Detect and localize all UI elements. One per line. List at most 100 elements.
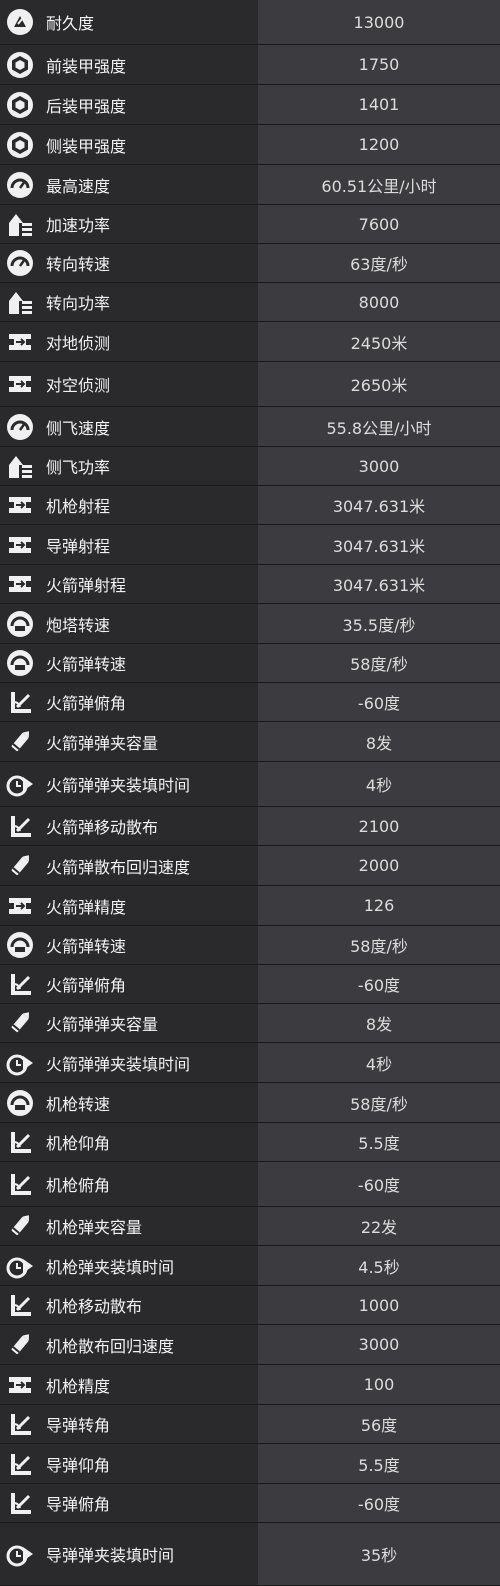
stat-row: 转向转速 63度/秒 [0, 244, 500, 283]
stat-row: 前装甲强度 1750 [0, 45, 500, 85]
stat-value: 1401 [258, 85, 500, 125]
range-icon [0, 322, 40, 361]
stat-label: 火箭弹弹夹容量 [46, 733, 159, 753]
stat-value: 2450米 [258, 322, 500, 362]
stat-label: 侧装甲强度 [46, 136, 127, 156]
stat-row: 机枪弹夹装填时间 4.5秒 [0, 1246, 500, 1286]
stat-value: 1200 [258, 125, 500, 165]
stat-value: -60度 [258, 1484, 500, 1523]
stat-label: 火箭弹散布回归速度 [46, 857, 191, 877]
stat-value: 35秒 [258, 1523, 500, 1586]
turret-icon [0, 644, 40, 682]
stat-row: 机枪转速 58度/秒 [0, 1083, 500, 1123]
speedometer-icon [0, 244, 40, 282]
ammo-icon [0, 846, 40, 885]
stat-value: 2100 [258, 807, 500, 846]
armor-icon [0, 45, 40, 84]
stat-row: 侧飞速度 55.8公里/小时 [0, 407, 500, 447]
stat-name-cell: 机枪散布回归速度 [0, 1325, 258, 1365]
stat-label: 火箭弹俯角 [46, 694, 127, 713]
stat-value: 58度/秒 [258, 1083, 500, 1123]
stat-name-cell: 导弹仰角 [0, 1444, 258, 1484]
stat-value: 3047.631米 [258, 525, 500, 565]
stat-name-cell: 对地侦测 [0, 322, 258, 362]
stat-name-cell: 火箭弹弹夹装填时间 [0, 762, 258, 807]
stat-name-cell: 导弹弹夹装填时间 [0, 1523, 258, 1586]
stat-value: 8000 [258, 283, 500, 322]
stat-value: -60度 [258, 1162, 500, 1207]
stat-label: 最高速度 [46, 176, 111, 196]
range-icon [0, 486, 40, 524]
stat-row: 侧装甲强度 1200 [0, 125, 500, 165]
stat-row: 加速功率 7600 [0, 205, 500, 244]
stat-label: 导弹射程 [46, 536, 111, 556]
stat-name-cell: 火箭弹俯角 [0, 683, 258, 722]
ammo-icon [0, 1004, 40, 1042]
stat-row: 火箭弹俯角 -60度 [0, 965, 500, 1004]
stat-value: 7600 [258, 205, 500, 244]
power-icon [0, 205, 40, 243]
stat-label: 炮塔转速 [46, 615, 111, 635]
speedometer-icon [0, 407, 40, 446]
stat-label: 机枪仰角 [46, 1134, 111, 1153]
stat-row: 侧飞功率 3000 [0, 447, 500, 486]
stat-label: 火箭弹俯角 [46, 976, 127, 995]
stat-name-cell: 转向功率 [0, 283, 258, 322]
range-icon [0, 525, 40, 564]
stat-label: 侧飞速度 [46, 418, 111, 438]
stat-row: 火箭弹弹夹容量 8发 [0, 722, 500, 762]
stat-value: 8发 [258, 722, 500, 762]
ammo-icon [0, 722, 40, 761]
stat-name-cell: 机枪移动散布 [0, 1286, 258, 1325]
stat-name-cell: 对空侦测 [0, 362, 258, 407]
stat-name-cell: 机枪弹夹装填时间 [0, 1246, 258, 1286]
stat-value: -60度 [258, 683, 500, 722]
stat-label: 侧飞功率 [46, 458, 111, 477]
stat-row: 火箭弹散布回归速度 2000 [0, 846, 500, 886]
stat-name-cell: 火箭弹弹夹容量 [0, 1004, 258, 1043]
stat-row: 机枪散布回归速度 3000 [0, 1325, 500, 1365]
durability-icon [0, 0, 40, 44]
stat-row: 转向功率 8000 [0, 283, 500, 322]
reload-icon [0, 1523, 40, 1585]
stat-name-cell: 侧飞速度 [0, 407, 258, 447]
range-icon [0, 565, 40, 603]
stat-name-cell: 火箭弹射程 [0, 565, 258, 604]
stat-value: -60度 [258, 965, 500, 1004]
stat-row: 对空侦测 2650米 [0, 362, 500, 407]
stat-name-cell: 导弹射程 [0, 525, 258, 565]
stat-row: 机枪仰角 5.5度 [0, 1123, 500, 1162]
stat-label: 火箭弹精度 [46, 897, 127, 917]
stat-label: 机枪俯角 [46, 1176, 111, 1195]
stat-name-cell: 火箭弹转速 [0, 644, 258, 683]
stat-value: 100 [258, 1365, 500, 1405]
stat-value: 13000 [258, 0, 500, 45]
stat-label: 导弹转角 [46, 1416, 111, 1435]
turret-icon [0, 1083, 40, 1122]
stat-value: 4秒 [258, 762, 500, 807]
stat-label: 火箭弹移动散布 [46, 818, 159, 837]
stat-label: 耐久度 [46, 14, 95, 33]
stat-label: 火箭弹转速 [46, 655, 127, 674]
stat-row: 耐久度 13000 [0, 0, 500, 45]
stat-label: 转向功率 [46, 294, 111, 313]
angle-icon [0, 1162, 40, 1206]
stat-value: 55.8公里/小时 [258, 407, 500, 447]
stat-row: 火箭弹弹夹装填时间 4秒 [0, 762, 500, 807]
stat-name-cell: 火箭弹弹夹装填时间 [0, 1043, 258, 1083]
stat-name-cell: 机枪射程 [0, 486, 258, 525]
stat-label: 火箭弹转速 [46, 937, 127, 956]
range-icon [0, 1365, 40, 1404]
stat-row: 火箭弹移动散布 2100 [0, 807, 500, 846]
reload-icon [0, 762, 40, 806]
stat-name-cell: 侧装甲强度 [0, 125, 258, 165]
stat-label: 火箭弹弹夹装填时间 [46, 776, 191, 795]
stat-row: 炮塔转速 35.5度/秒 [0, 604, 500, 644]
reload-icon [0, 1043, 40, 1082]
armor-icon [0, 85, 40, 124]
angle-icon [0, 807, 40, 845]
stat-name-cell: 前装甲强度 [0, 45, 258, 85]
stat-value: 63度/秒 [258, 244, 500, 283]
range-icon [0, 362, 40, 406]
stat-row: 最高速度 60.51公里/小时 [0, 165, 500, 205]
